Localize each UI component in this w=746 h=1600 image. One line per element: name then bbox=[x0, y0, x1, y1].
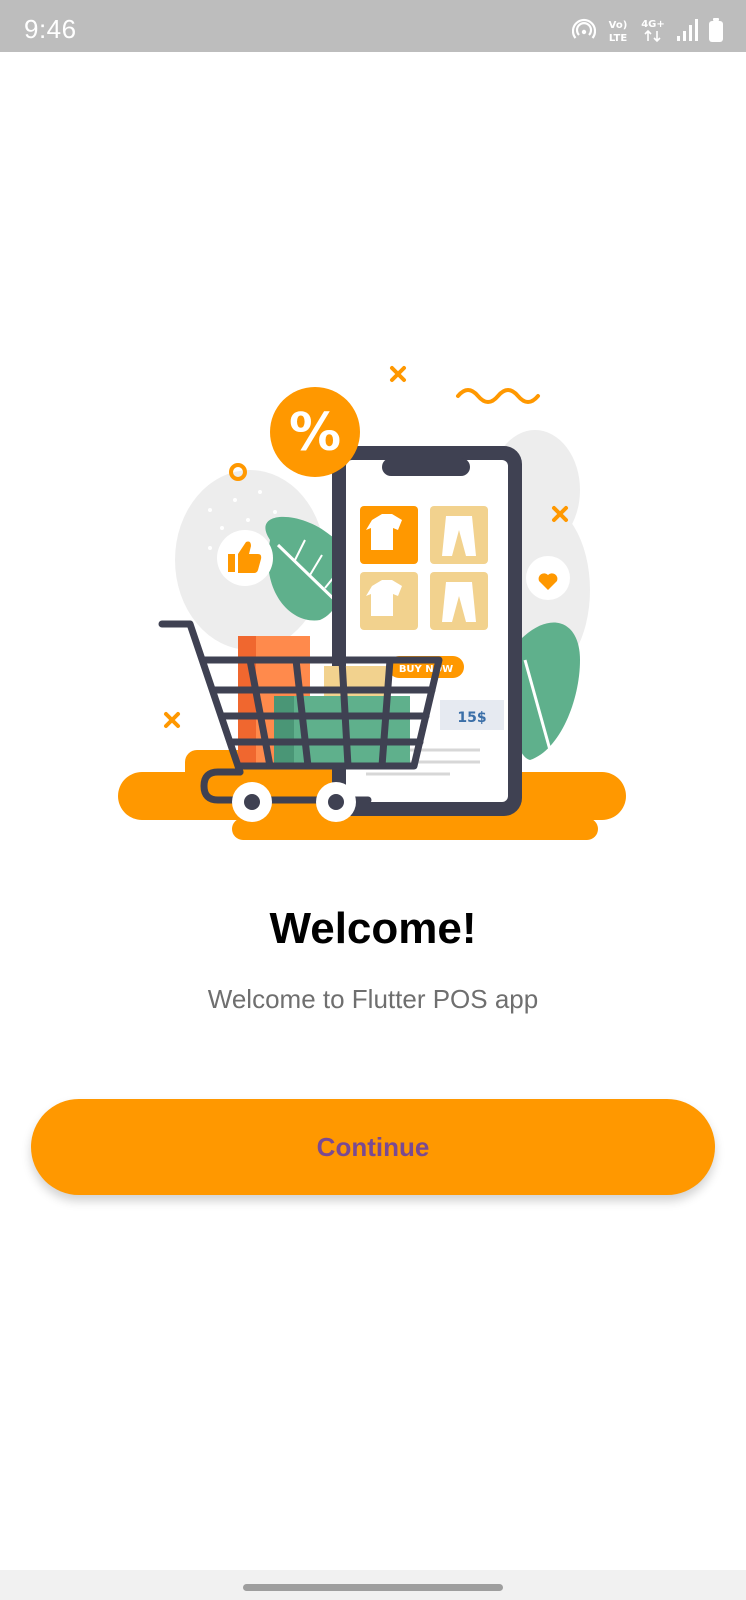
shopping-illustration: BUY NOW 15$ % bbox=[110, 360, 636, 860]
continue-button-label: Continue bbox=[316, 1131, 430, 1162]
home-indicator[interactable] bbox=[243, 1584, 503, 1591]
volte-icon: Vo) LTE bbox=[606, 16, 630, 44]
status-icons: Vo) LTE 4G+ bbox=[572, 16, 724, 44]
welcome-title: Welcome! bbox=[269, 904, 477, 953]
welcome-subtitle: Welcome to Flutter POS app bbox=[207, 984, 539, 1014]
4g-icon: 4G+ bbox=[640, 16, 666, 44]
thumbs-up-icon bbox=[217, 530, 273, 586]
svg-text:LTE: LTE bbox=[609, 33, 628, 44]
percent-badge-icon: % bbox=[270, 387, 360, 477]
svg-text:BUY NOW: BUY NOW bbox=[399, 664, 453, 675]
signal-icon bbox=[676, 18, 698, 42]
heart-icon bbox=[526, 556, 570, 600]
status-time: 9:46 bbox=[24, 14, 77, 44]
svg-text:%: % bbox=[289, 403, 341, 463]
welcome-screen: 9:46 Vo) LTE 4G+ BUY NOW 15$ % Welcome! … bbox=[0, 0, 746, 1600]
svg-text:15$: 15$ bbox=[457, 710, 486, 726]
status-bar: 9:46 Vo) LTE 4G+ bbox=[0, 0, 746, 52]
continue-button[interactable]: Continue bbox=[31, 1099, 715, 1195]
hotspot-icon bbox=[572, 18, 596, 42]
svg-text:Vo): Vo) bbox=[609, 20, 628, 31]
battery-icon bbox=[708, 17, 724, 43]
svg-text:4G+: 4G+ bbox=[641, 19, 665, 30]
